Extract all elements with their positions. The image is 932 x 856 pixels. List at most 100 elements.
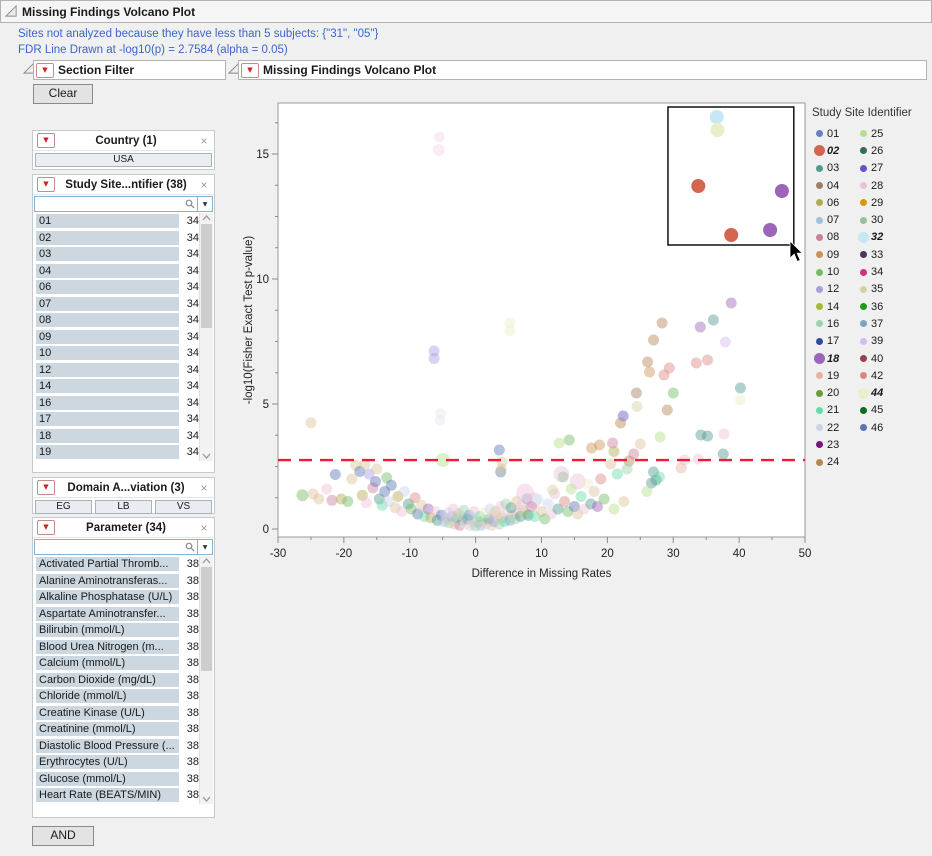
volcano-plot[interactable]: -30-20-1001020304050051015Difference in … [240, 95, 820, 585]
selected-data-point[interactable] [775, 184, 789, 198]
legend-dot[interactable] [858, 232, 869, 243]
search-dropdown-button[interactable]: ▼ [198, 539, 213, 555]
close-icon[interactable]: × [197, 482, 211, 494]
data-point[interactable] [361, 497, 372, 508]
data-point[interactable] [342, 496, 353, 507]
legend-dot[interactable] [816, 286, 823, 293]
filter-group-menu-button[interactable]: ▼ [37, 480, 55, 495]
data-point[interactable] [399, 486, 410, 497]
legend-label[interactable]: 19 [827, 370, 839, 382]
selected-data-point[interactable] [710, 123, 724, 137]
data-point[interactable] [691, 358, 702, 369]
legend-label[interactable]: 32 [871, 231, 883, 243]
legend-label[interactable]: 08 [827, 231, 839, 243]
legend-label[interactable]: 23 [827, 439, 839, 451]
list-item[interactable]: Alkaline Phosphatase (U/L)38 [33, 589, 214, 606]
filter-menu-button[interactable]: ▼ [36, 63, 54, 78]
list-item[interactable]: 1734 [33, 411, 214, 428]
data-point[interactable] [554, 438, 565, 449]
plot-menu-button[interactable]: ▼ [241, 63, 259, 78]
data-point[interactable] [702, 355, 713, 366]
data-point[interactable] [599, 494, 610, 505]
legend-label[interactable]: 18 [827, 353, 839, 365]
filter-group-menu-button[interactable]: ▼ [37, 177, 55, 192]
data-point[interactable] [659, 370, 670, 381]
data-point[interactable] [558, 472, 569, 483]
data-point[interactable] [566, 484, 577, 495]
close-icon[interactable]: × [197, 522, 211, 534]
data-point[interactable] [386, 480, 397, 491]
data-point[interactable] [676, 463, 687, 474]
legend-dot[interactable] [816, 182, 823, 189]
filter-group-header-site[interactable]: ▼Study Site...ntifier (38)× [33, 175, 214, 195]
data-point[interactable] [622, 464, 633, 475]
legend-dot[interactable] [816, 459, 823, 466]
legend-label[interactable]: 14 [827, 301, 839, 313]
data-point[interactable] [494, 445, 505, 456]
data-point[interactable] [586, 443, 597, 454]
legend-dot[interactable] [860, 217, 867, 224]
list-item[interactable]: 1234 [33, 362, 214, 379]
filter-group-menu-button[interactable]: ▼ [37, 520, 55, 535]
data-point[interactable] [615, 418, 626, 429]
legend-dot[interactable] [816, 338, 823, 345]
data-point[interactable] [631, 388, 642, 399]
legend-label[interactable]: 09 [827, 249, 839, 261]
list-item[interactable]: Chloride (mmol/L)38 [33, 688, 214, 705]
data-point[interactable] [609, 446, 620, 457]
legend-label[interactable]: 34 [871, 266, 883, 278]
data-point[interactable] [496, 464, 507, 475]
data-point[interactable] [641, 486, 652, 497]
legend-dot[interactable] [860, 147, 867, 154]
legend-label[interactable]: 45 [871, 404, 883, 416]
scroll-arrow-icon[interactable] [200, 794, 213, 804]
list-item[interactable]: Alanine Aminotransferas...38 [33, 573, 214, 590]
data-point[interactable] [657, 318, 668, 329]
legend-dot[interactable] [814, 145, 825, 156]
legend-label[interactable]: 12 [827, 283, 839, 295]
legend-label[interactable]: 20 [827, 387, 839, 399]
legend-label[interactable]: 37 [871, 318, 883, 330]
legend-dot[interactable] [816, 390, 823, 397]
data-point[interactable] [609, 504, 620, 515]
selected-data-point[interactable] [763, 223, 777, 237]
list-item[interactable]: 0334 [33, 246, 214, 263]
legend-dot[interactable] [816, 269, 823, 276]
legend-dot[interactable] [816, 424, 823, 431]
legend-dot[interactable] [860, 407, 867, 414]
data-point[interactable] [313, 494, 324, 505]
legend-label[interactable]: 30 [871, 214, 883, 226]
legend-dot[interactable] [816, 372, 823, 379]
filter-value-pill[interactable]: VS [155, 500, 212, 514]
data-point[interactable] [296, 489, 308, 501]
legend-label[interactable]: 27 [871, 162, 883, 174]
legend-dot[interactable] [816, 165, 823, 172]
legend-label[interactable]: 24 [827, 456, 839, 468]
data-point[interactable] [564, 435, 575, 446]
list-item[interactable]: 1034 [33, 345, 214, 362]
legend-label[interactable]: 04 [827, 180, 839, 192]
data-point[interactable] [547, 485, 558, 496]
legend-dot[interactable] [860, 320, 867, 327]
list-item[interactable]: Calcium (mmol/L)38 [33, 655, 214, 672]
clear-button[interactable]: Clear [33, 84, 93, 104]
data-point[interactable] [589, 486, 600, 497]
list-item[interactable]: 1634 [33, 395, 214, 412]
data-point[interactable] [429, 353, 440, 364]
filter-group-header-domain[interactable]: ▼Domain A...viation (3)× [33, 478, 214, 498]
legend-dot[interactable] [816, 199, 823, 206]
legend-label[interactable]: 36 [871, 301, 883, 313]
data-point[interactable] [635, 439, 646, 450]
list-item[interactable]: 0134 [33, 213, 214, 230]
selected-data-point[interactable] [724, 228, 738, 242]
list-item[interactable]: 1834 [33, 428, 214, 445]
scroll-arrow-icon[interactable] [200, 213, 213, 223]
list-item[interactable]: 1934 [33, 444, 214, 461]
legend-label[interactable]: 44 [871, 387, 883, 399]
data-point[interactable] [327, 495, 338, 506]
legend-label[interactable]: 39 [871, 335, 883, 347]
filter-value-pill[interactable]: LB [95, 500, 152, 514]
legend-dot[interactable] [816, 130, 823, 137]
list-item[interactable]: Aspartate Aminotransfer...38 [33, 606, 214, 623]
filter-value-pill[interactable]: USA [35, 153, 212, 167]
